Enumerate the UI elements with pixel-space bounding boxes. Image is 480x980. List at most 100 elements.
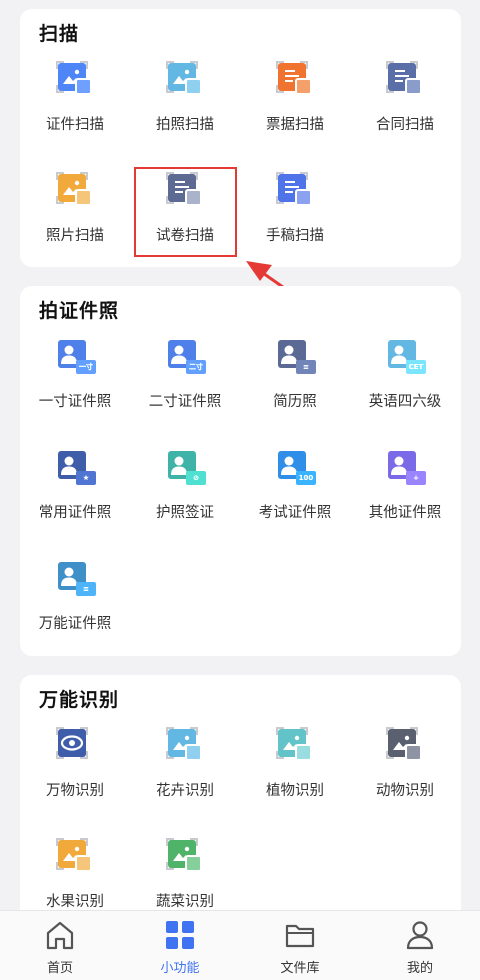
tool-label: 万物识别 [46, 783, 104, 799]
tool-label: 拍照扫描 [156, 117, 214, 133]
scan-frame-corner [166, 727, 174, 735]
scan-frame-corner [80, 838, 88, 846]
photo-scan-icon [166, 61, 204, 99]
common-photo-icon: ★ [56, 449, 96, 487]
scan-frame-corner [386, 727, 394, 735]
scan-section: 扫描 证件扫描 拍照扫描 票据扫描 合同扫描 照片扫描 试卷扫描 手稿扫描 [20, 9, 461, 267]
tool-label: 水果识别 [46, 894, 104, 910]
manuscript-scan-icon [276, 172, 314, 210]
tool-photo-scan[interactable]: 拍照扫描 [130, 61, 240, 172]
tab-me[interactable]: 我的 [360, 911, 480, 980]
picture-scan-icon [56, 172, 94, 210]
badge-icon [185, 744, 202, 761]
scan-frame-corner [166, 61, 174, 69]
tool-id-scan[interactable]: 证件扫描 [20, 61, 130, 172]
scan-frame-corner [166, 85, 174, 93]
scan-frame-corner [56, 196, 64, 204]
tool-exam-photo[interactable]: 100 考试证件照 [240, 449, 350, 560]
tab-home[interactable]: 首页 [0, 911, 120, 980]
two-inch-photo-icon: 二寸 [166, 338, 206, 376]
scan-frame-corner [80, 727, 88, 735]
plant-recognize-icon [276, 727, 314, 765]
other-photo-icon: + [386, 449, 426, 487]
scan-frame-corner [276, 727, 284, 735]
badge-label: 二寸 [186, 360, 206, 374]
id-card-scan-icon [56, 61, 94, 99]
tool-common-photo[interactable]: ★ 常用证件照 [20, 449, 130, 560]
scan-frame-corner [56, 751, 64, 759]
scan-frame-corner [56, 727, 64, 735]
scan-frame-corner [276, 172, 284, 180]
tool-other-photo[interactable]: + 其他证件照 [350, 449, 460, 560]
tool-label: 其他证件照 [368, 505, 442, 521]
folder-icon [285, 924, 315, 948]
tool-object-recognize[interactable]: 万物识别 [20, 727, 130, 838]
scan-frame-corner [300, 172, 308, 180]
eye-recognize-icon [56, 727, 94, 765]
badge-icon [75, 855, 92, 872]
cet-photo-icon: CET [386, 338, 426, 376]
scan-frame-corner [276, 85, 284, 93]
highlight-box [134, 167, 237, 257]
badge-label: 一寸 [76, 360, 96, 374]
tool-plant-recognize[interactable]: 植物识别 [240, 727, 350, 838]
scan-frame-corner [300, 61, 308, 69]
tab-tools[interactable]: 小功能 [120, 911, 240, 980]
tool-two-inch-photo[interactable]: 二寸 二寸证件照 [130, 338, 240, 449]
scan-frame-corner [386, 85, 394, 93]
tool-label: 手稿扫描 [266, 228, 324, 244]
tool-label: 植物识别 [266, 783, 324, 799]
scan-frame-corner [56, 172, 64, 180]
scan-frame-corner [80, 751, 88, 759]
user-icon [406, 921, 434, 950]
tool-label: 照片扫描 [46, 228, 104, 244]
scan-frame-corner [56, 862, 64, 870]
scan-frame-corner [276, 751, 284, 759]
tool-universal-photo[interactable]: ≡ 万能证件照 [20, 560, 130, 671]
tab-files[interactable]: 文件库 [240, 911, 360, 980]
bottom-tab-bar: 首页 小功能 文件库 我的 [0, 910, 480, 980]
tool-label: 常用证件照 [38, 505, 112, 521]
badge-icon [75, 78, 92, 95]
tool-cet-photo[interactable]: CET 英语四六级 [350, 338, 460, 449]
scan-frame-corner [56, 61, 64, 69]
scan-frame-corner [190, 838, 198, 846]
badge-icon [405, 744, 422, 761]
scan-frame-corner [410, 61, 418, 69]
tool-receipt-scan[interactable]: 票据扫描 [240, 61, 350, 172]
tool-resume-photo[interactable]: ≡ 简历照 [240, 338, 350, 449]
scan-frame-corner [386, 61, 394, 69]
scan-frame-corner [300, 727, 308, 735]
tool-one-inch-photo[interactable]: 一寸 一寸证件照 [20, 338, 130, 449]
badge-label: + [406, 471, 426, 485]
tool-passport-visa[interactable]: ⊘ 护照签证 [130, 449, 240, 560]
tool-contract-scan[interactable]: 合同扫描 [350, 61, 460, 172]
tool-animal-recognize[interactable]: 动物识别 [350, 727, 460, 838]
grid-icon [166, 921, 194, 949]
tool-label: 考试证件照 [258, 505, 332, 521]
scan-frame-corner [80, 61, 88, 69]
tool-label: 合同扫描 [376, 117, 434, 133]
section-title-recognition: 万能识别 [39, 689, 120, 711]
badge-label: ≡ [76, 582, 96, 596]
vegetable-recognize-icon [166, 838, 204, 876]
tool-flower-recognize[interactable]: 花卉识别 [130, 727, 240, 838]
animal-recognize-icon [386, 727, 424, 765]
scan-frame-corner [166, 838, 174, 846]
fruit-recognize-icon [56, 838, 94, 876]
tool-label: 证件扫描 [46, 117, 104, 133]
one-inch-photo-icon: 一寸 [56, 338, 96, 376]
tab-files-label: 文件库 [280, 961, 320, 976]
tool-picture-scan[interactable]: 照片扫描 [20, 172, 130, 283]
badge-label: ≡ [296, 360, 316, 374]
scan-frame-corner [190, 61, 198, 69]
universal-photo-icon: ≡ [56, 560, 96, 598]
tool-label: 护照签证 [156, 505, 214, 521]
id-photo-section: 拍证件照 一寸 一寸证件照 二寸 二寸证件照 ≡ 简历照 CET 英语四六级 ★ 常用证件… [20, 286, 461, 656]
scan-frame-corner [166, 862, 174, 870]
exam-photo-icon: 100 [276, 449, 316, 487]
tool-label: 动物识别 [376, 783, 434, 799]
badge-icon [295, 78, 312, 95]
tool-label: 万能证件照 [38, 616, 112, 632]
tab-home-label: 首页 [46, 961, 73, 976]
